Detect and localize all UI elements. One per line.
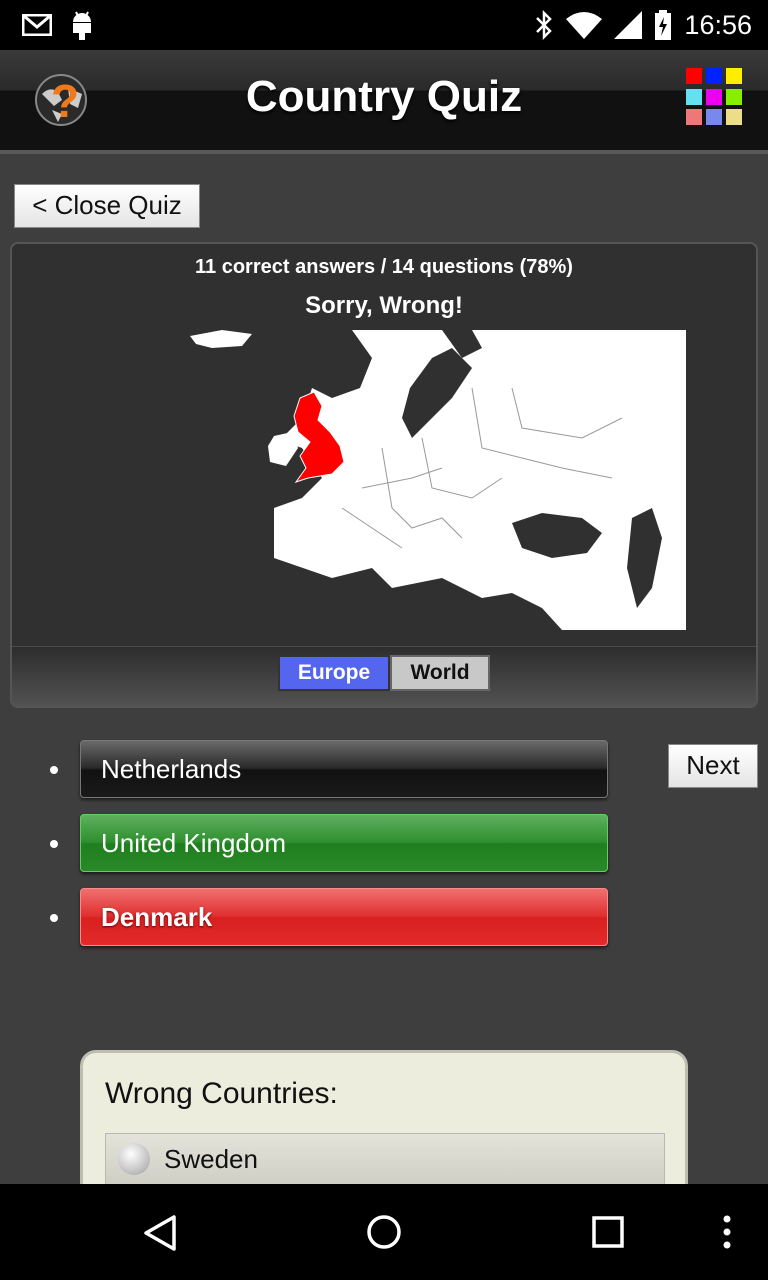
grid-cell	[706, 109, 722, 126]
wrong-country-label: Sweden	[164, 1143, 258, 1174]
list-item: United Kingdom	[0, 814, 768, 874]
grid-cell	[706, 88, 722, 105]
grid-cell	[726, 88, 742, 105]
score-text: 11 correct answers / 14 questions (78%)	[195, 256, 573, 278]
next-button[interactable]: Next	[668, 744, 758, 788]
overflow-menu-icon[interactable]	[722, 1214, 732, 1250]
grid-cell	[686, 68, 702, 84]
page-title: Country Quiz	[245, 72, 523, 121]
color-grid-icon[interactable]	[686, 68, 744, 126]
answer-button-united-kingdom[interactable]: United Kingdom	[80, 814, 608, 872]
battery-icon	[655, 10, 672, 40]
tab-europe[interactable]: Europe	[278, 655, 390, 691]
back-icon[interactable]	[142, 1214, 178, 1252]
wikipedia-icon	[118, 1143, 150, 1175]
home-icon[interactable]	[366, 1214, 402, 1250]
grid-cell	[686, 88, 702, 105]
app-header: ? Country Quiz	[0, 50, 768, 154]
result-text: Sorry, Wrong!	[305, 292, 463, 319]
gmail-icon	[22, 14, 52, 36]
wifi-icon	[566, 12, 603, 39]
signal-icon	[614, 11, 643, 39]
wrong-countries-title: Wrong Countries:	[105, 1077, 338, 1110]
tab-world[interactable]: World	[390, 655, 490, 691]
close-quiz-button[interactable]: < Close Quiz	[14, 184, 200, 228]
list-item: Denmark	[0, 888, 768, 948]
grid-cell	[726, 68, 742, 84]
recents-icon[interactable]	[592, 1216, 624, 1248]
grid-cell	[686, 109, 702, 126]
grid-cell	[726, 109, 742, 126]
bullet	[50, 840, 58, 848]
status-time: 16:56	[684, 9, 752, 40]
grid-cell	[706, 68, 722, 84]
answer-button-netherlands[interactable]: Netherlands	[80, 740, 608, 798]
bullet	[50, 766, 58, 774]
map-footer: Europe World	[12, 646, 756, 706]
bullet	[50, 914, 58, 922]
status-bar: 16:56	[0, 0, 768, 50]
list-item: Netherlands	[0, 740, 768, 800]
answer-button-denmark[interactable]: Denmark	[80, 888, 608, 946]
navigation-bar	[0, 1184, 768, 1280]
europe-map[interactable]	[182, 328, 686, 632]
map-tabs: Europe World	[278, 655, 490, 691]
bluetooth-icon	[536, 10, 553, 40]
wrong-country-item[interactable]: Sweden	[105, 1133, 665, 1185]
android-icon	[73, 11, 91, 40]
quiz-panel: 11 correct answers / 14 questions (78%) …	[10, 242, 758, 708]
